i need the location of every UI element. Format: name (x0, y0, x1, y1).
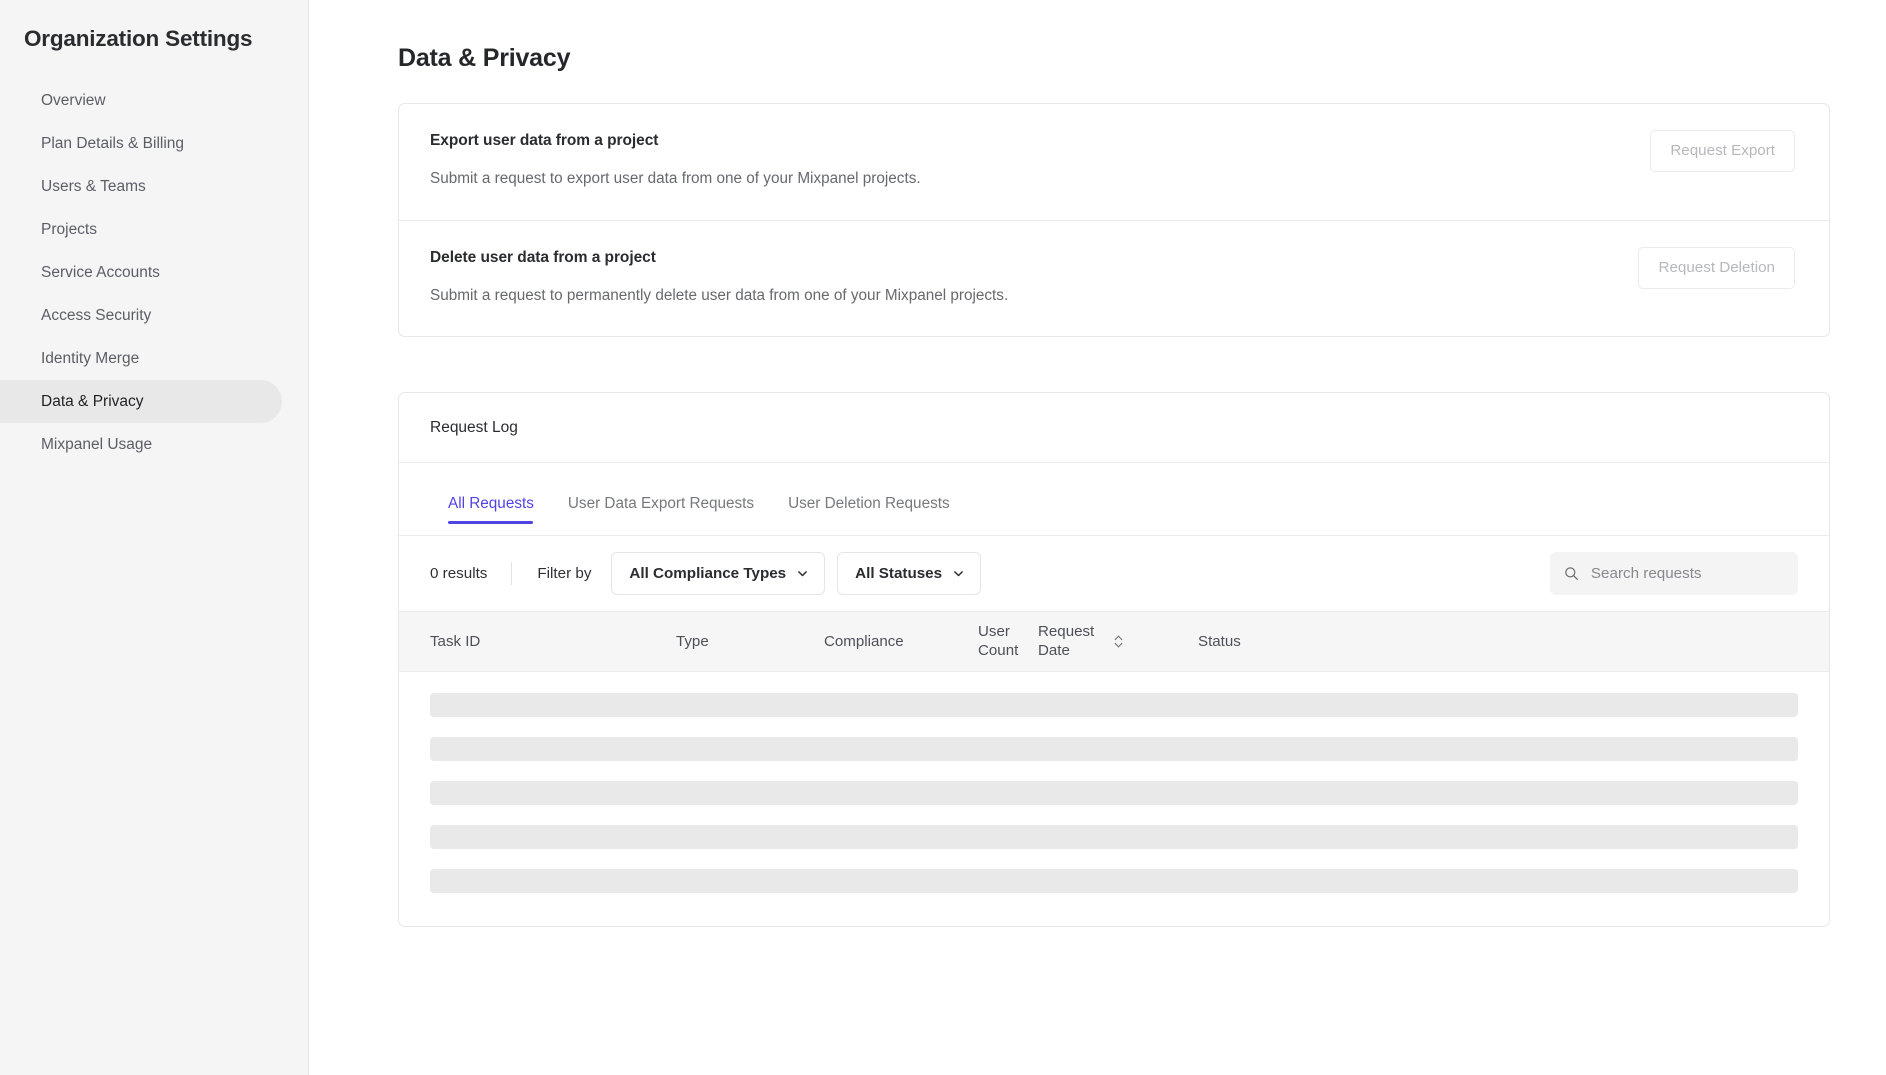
compliance-type-filter-dropdown[interactable]: All Compliance Types (611, 552, 825, 595)
results-count: 0 results (430, 565, 511, 582)
skeleton-row (430, 825, 1798, 849)
column-header-label: Type (676, 633, 709, 651)
column-header-user-count[interactable]: User Count (978, 623, 1038, 660)
data-privacy-actions-card: Export user data from a project Submit a… (398, 103, 1830, 337)
export-user-data-section: Export user data from a project Submit a… (399, 104, 1829, 220)
sidebar-item-access-security[interactable]: Access Security (0, 294, 282, 337)
column-header-task-id[interactable]: Task ID (430, 633, 676, 651)
sidebar-item-label: Overview (41, 92, 106, 110)
tab-label: User Data Export Requests (568, 495, 754, 512)
tab-user-deletion-requests[interactable]: User Deletion Requests (771, 495, 967, 535)
chevron-down-icon (796, 567, 809, 580)
search-input[interactable] (1591, 565, 1784, 582)
tab-user-data-export-requests[interactable]: User Data Export Requests (551, 495, 771, 535)
column-header-compliance[interactable]: Compliance (824, 633, 978, 651)
sidebar-item-label: Access Security (41, 307, 151, 325)
export-section-heading: Export user data from a project (430, 132, 921, 150)
request-log-tabs: All Requests User Data Export Requests U… (399, 463, 1829, 536)
sidebar-item-plan-details-billing[interactable]: Plan Details & Billing (0, 122, 282, 165)
column-header-type[interactable]: Type (676, 633, 824, 651)
request-log-table-header: Task ID Type Compliance User Count Reque… (399, 611, 1829, 672)
sidebar-item-label: Plan Details & Billing (41, 135, 184, 153)
status-filter-dropdown[interactable]: All Statuses (837, 552, 981, 595)
request-deletion-button[interactable]: Request Deletion (1638, 247, 1795, 289)
card-spacer (398, 337, 1830, 392)
delete-section-text: Delete user data from a project Submit a… (430, 249, 1008, 307)
request-log-table-body (399, 672, 1829, 926)
skeleton-row (430, 737, 1798, 761)
column-header-label: Compliance (824, 633, 904, 651)
sidebar-item-label: Users & Teams (41, 178, 146, 196)
sidebar-item-label: Mixpanel Usage (41, 436, 152, 454)
sidebar-item-label: Projects (41, 221, 97, 239)
sidebar-item-label: Identity Merge (41, 350, 139, 368)
sidebar-item-data-privacy[interactable]: Data & Privacy (0, 380, 282, 423)
column-header-status[interactable]: Status (1198, 633, 1358, 651)
delete-section-heading: Delete user data from a project (430, 249, 1008, 267)
request-log-card: Request Log All Requests User Data Expor… (398, 392, 1830, 927)
sidebar-item-service-accounts[interactable]: Service Accounts (0, 251, 282, 294)
sidebar-item-projects[interactable]: Projects (0, 208, 282, 251)
sidebar-item-mixpanel-usage[interactable]: Mixpanel Usage (0, 423, 282, 466)
delete-user-data-section: Delete user data from a project Submit a… (399, 220, 1829, 337)
chevron-down-icon (952, 567, 965, 580)
skeleton-row (430, 781, 1798, 805)
skeleton-row (430, 869, 1798, 893)
search-requests-box[interactable] (1550, 552, 1798, 595)
filter-by-label: Filter by (512, 565, 611, 582)
column-header-request-date[interactable]: Request Date (1038, 623, 1198, 660)
page-title: Data & Privacy (398, 44, 1830, 73)
tab-label: All Requests (448, 495, 534, 512)
compliance-filter-value: All Compliance Types (629, 565, 786, 582)
sidebar-item-identity-merge[interactable]: Identity Merge (0, 337, 282, 380)
request-log-title: Request Log (399, 393, 1829, 463)
sort-toggle-icon[interactable] (1113, 633, 1124, 650)
column-header-label: User Count (978, 623, 1036, 660)
sidebar-title: Organization Settings (0, 26, 308, 52)
search-icon (1564, 565, 1579, 582)
column-header-label: Request Date (1038, 623, 1096, 660)
sidebar-item-label: Data & Privacy (41, 393, 144, 411)
column-header-label: Status (1198, 633, 1241, 651)
status-filter-value: All Statuses (855, 565, 942, 582)
export-section-description: Submit a request to export user data fro… (430, 169, 921, 190)
request-log-toolbar: 0 results Filter by All Compliance Types… (399, 536, 1829, 611)
main-content: Data & Privacy Export user data from a p… (309, 0, 1886, 1075)
sidebar-item-label: Service Accounts (41, 264, 160, 282)
sidebar: Organization Settings Overview Plan Deta… (0, 0, 309, 1075)
column-header-label: Task ID (430, 633, 480, 651)
request-export-button[interactable]: Request Export (1650, 130, 1795, 172)
skeleton-row (430, 693, 1798, 717)
sidebar-nav: Overview Plan Details & Billing Users & … (0, 79, 308, 466)
tab-label: User Deletion Requests (788, 495, 950, 512)
sidebar-item-overview[interactable]: Overview (0, 79, 282, 122)
export-section-text: Export user data from a project Submit a… (430, 132, 921, 190)
delete-section-description: Submit a request to permanently delete u… (430, 286, 1008, 307)
app-root: Organization Settings Overview Plan Deta… (0, 0, 1886, 1075)
sidebar-item-users-teams[interactable]: Users & Teams (0, 165, 282, 208)
tab-all-requests[interactable]: All Requests (430, 495, 551, 535)
